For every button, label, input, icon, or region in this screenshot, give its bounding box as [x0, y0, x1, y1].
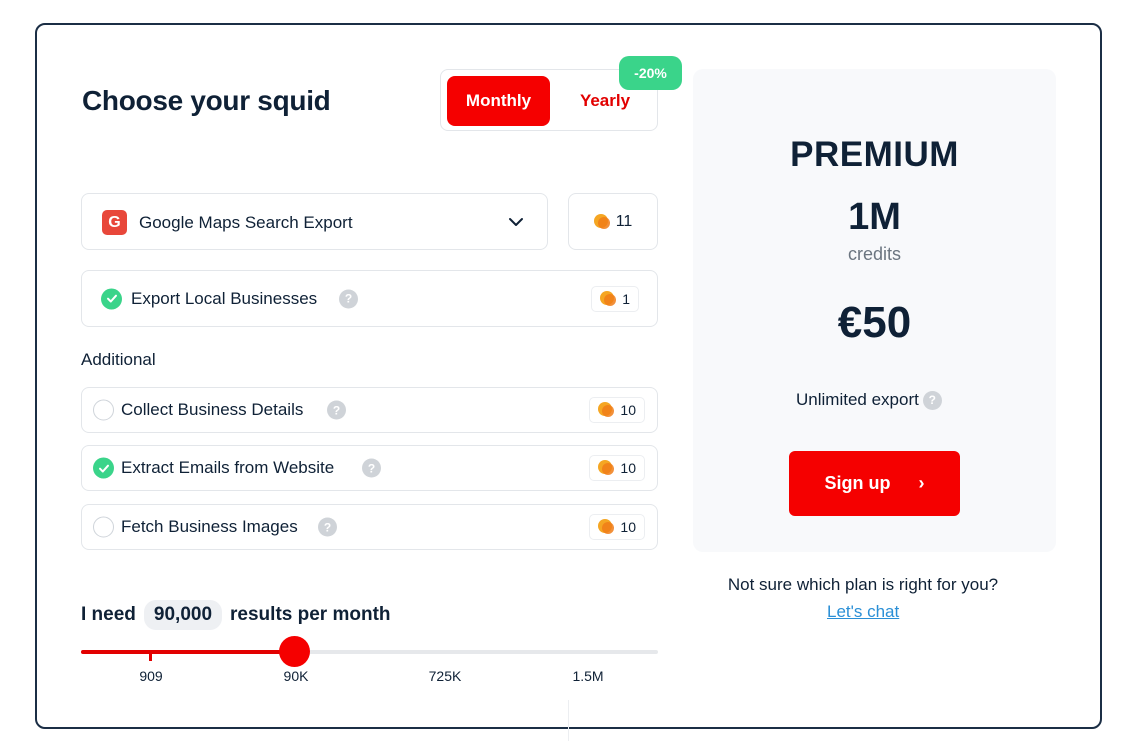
- plan-credits-label: credits: [847, 244, 901, 264]
- divider: [568, 700, 569, 741]
- credit-chip: 10: [589, 397, 645, 423]
- sign-up-label: Sign up: [824, 473, 891, 493]
- coin-icon: [598, 519, 615, 535]
- credit-chip: 10: [589, 455, 645, 481]
- slider-tick-label: 1.5M: [572, 668, 604, 684]
- results-needed-line: I need 90,000 results per month: [81, 600, 391, 630]
- option-label: Export Local Businesses: [131, 288, 318, 308]
- product-dropdown-label: Google Maps Search Export: [139, 213, 353, 232]
- product-dropdown[interactable]: G Google Maps Search Export: [81, 193, 548, 250]
- lets-chat-link[interactable]: Let's chat: [827, 602, 899, 622]
- plan-price: €50: [837, 298, 912, 347]
- chevron-right-icon: ›: [918, 473, 925, 493]
- plan-name: PREMIUM: [790, 135, 959, 174]
- google-logo-icon: G: [102, 210, 127, 235]
- checkmark-icon[interactable]: [101, 288, 122, 309]
- coin-icon: [593, 213, 610, 230]
- results-suffix: results per month: [230, 604, 391, 625]
- credit-chip: 10: [589, 514, 645, 540]
- option-label: Extract Emails from Website: [121, 458, 335, 477]
- slider-tick-label: 725K: [428, 668, 462, 684]
- checkbox-empty-icon[interactable]: [93, 399, 114, 421]
- checkbox-empty-icon[interactable]: [93, 516, 114, 538]
- plan-export-feature: Unlimited export ?: [796, 390, 942, 410]
- slider-tick-label: 90K: [283, 668, 309, 684]
- option-extract-emails[interactable]: Extract Emails from Website ? 10: [81, 445, 658, 491]
- help-icon[interactable]: ?: [318, 517, 337, 537]
- option-export-local-businesses[interactable]: Export Local Businesses ? 1: [81, 270, 658, 327]
- plan-credits: 1M: [848, 196, 901, 238]
- sign-up-button[interactable]: Sign up ›: [789, 451, 960, 516]
- credit-chip-value: 10: [620, 519, 636, 535]
- option-collect-business-details[interactable]: Collect Business Details ? 10: [81, 387, 658, 433]
- coin-icon: [600, 290, 617, 307]
- help-icon[interactable]: ?: [339, 289, 358, 308]
- results-prefix: I need: [81, 604, 136, 625]
- slider-fill: [81, 650, 294, 654]
- plan-help-question: Not sure which plan is right for you?: [727, 575, 999, 594]
- results-value: 90,000: [143, 600, 223, 630]
- total-credits-box: 11: [568, 193, 658, 250]
- coin-icon: [598, 402, 615, 418]
- chevron-down-icon: [509, 218, 523, 226]
- option-fetch-business-images[interactable]: Fetch Business Images ? 10: [81, 504, 658, 550]
- option-label: Collect Business Details: [121, 400, 304, 419]
- credit-chip-value: 10: [620, 460, 636, 476]
- slider-thumb[interactable]: [279, 636, 310, 667]
- results-slider[interactable]: [81, 636, 658, 667]
- coin-icon: [598, 460, 615, 476]
- credit-chip-value: 1: [622, 290, 630, 307]
- option-label: Fetch Business Images: [121, 517, 298, 536]
- help-icon[interactable]: ?: [327, 400, 346, 420]
- help-icon[interactable]: ?: [922, 390, 942, 410]
- slider-tick-mark: [149, 654, 152, 661]
- page-title: Choose your squid: [82, 85, 331, 116]
- total-credits-value: 11: [615, 212, 633, 230]
- monthly-toggle-button[interactable]: Monthly: [447, 76, 550, 126]
- additional-heading: Additional: [81, 350, 156, 369]
- yearly-discount-badge: -20%: [619, 56, 682, 90]
- credit-chip-value: 10: [620, 402, 636, 418]
- slider-tick-label: 909: [139, 668, 163, 684]
- checkmark-icon[interactable]: [93, 457, 114, 479]
- credit-chip: 1: [591, 285, 639, 312]
- help-icon[interactable]: ?: [362, 458, 381, 478]
- plan-export-label: Unlimited export: [796, 390, 919, 409]
